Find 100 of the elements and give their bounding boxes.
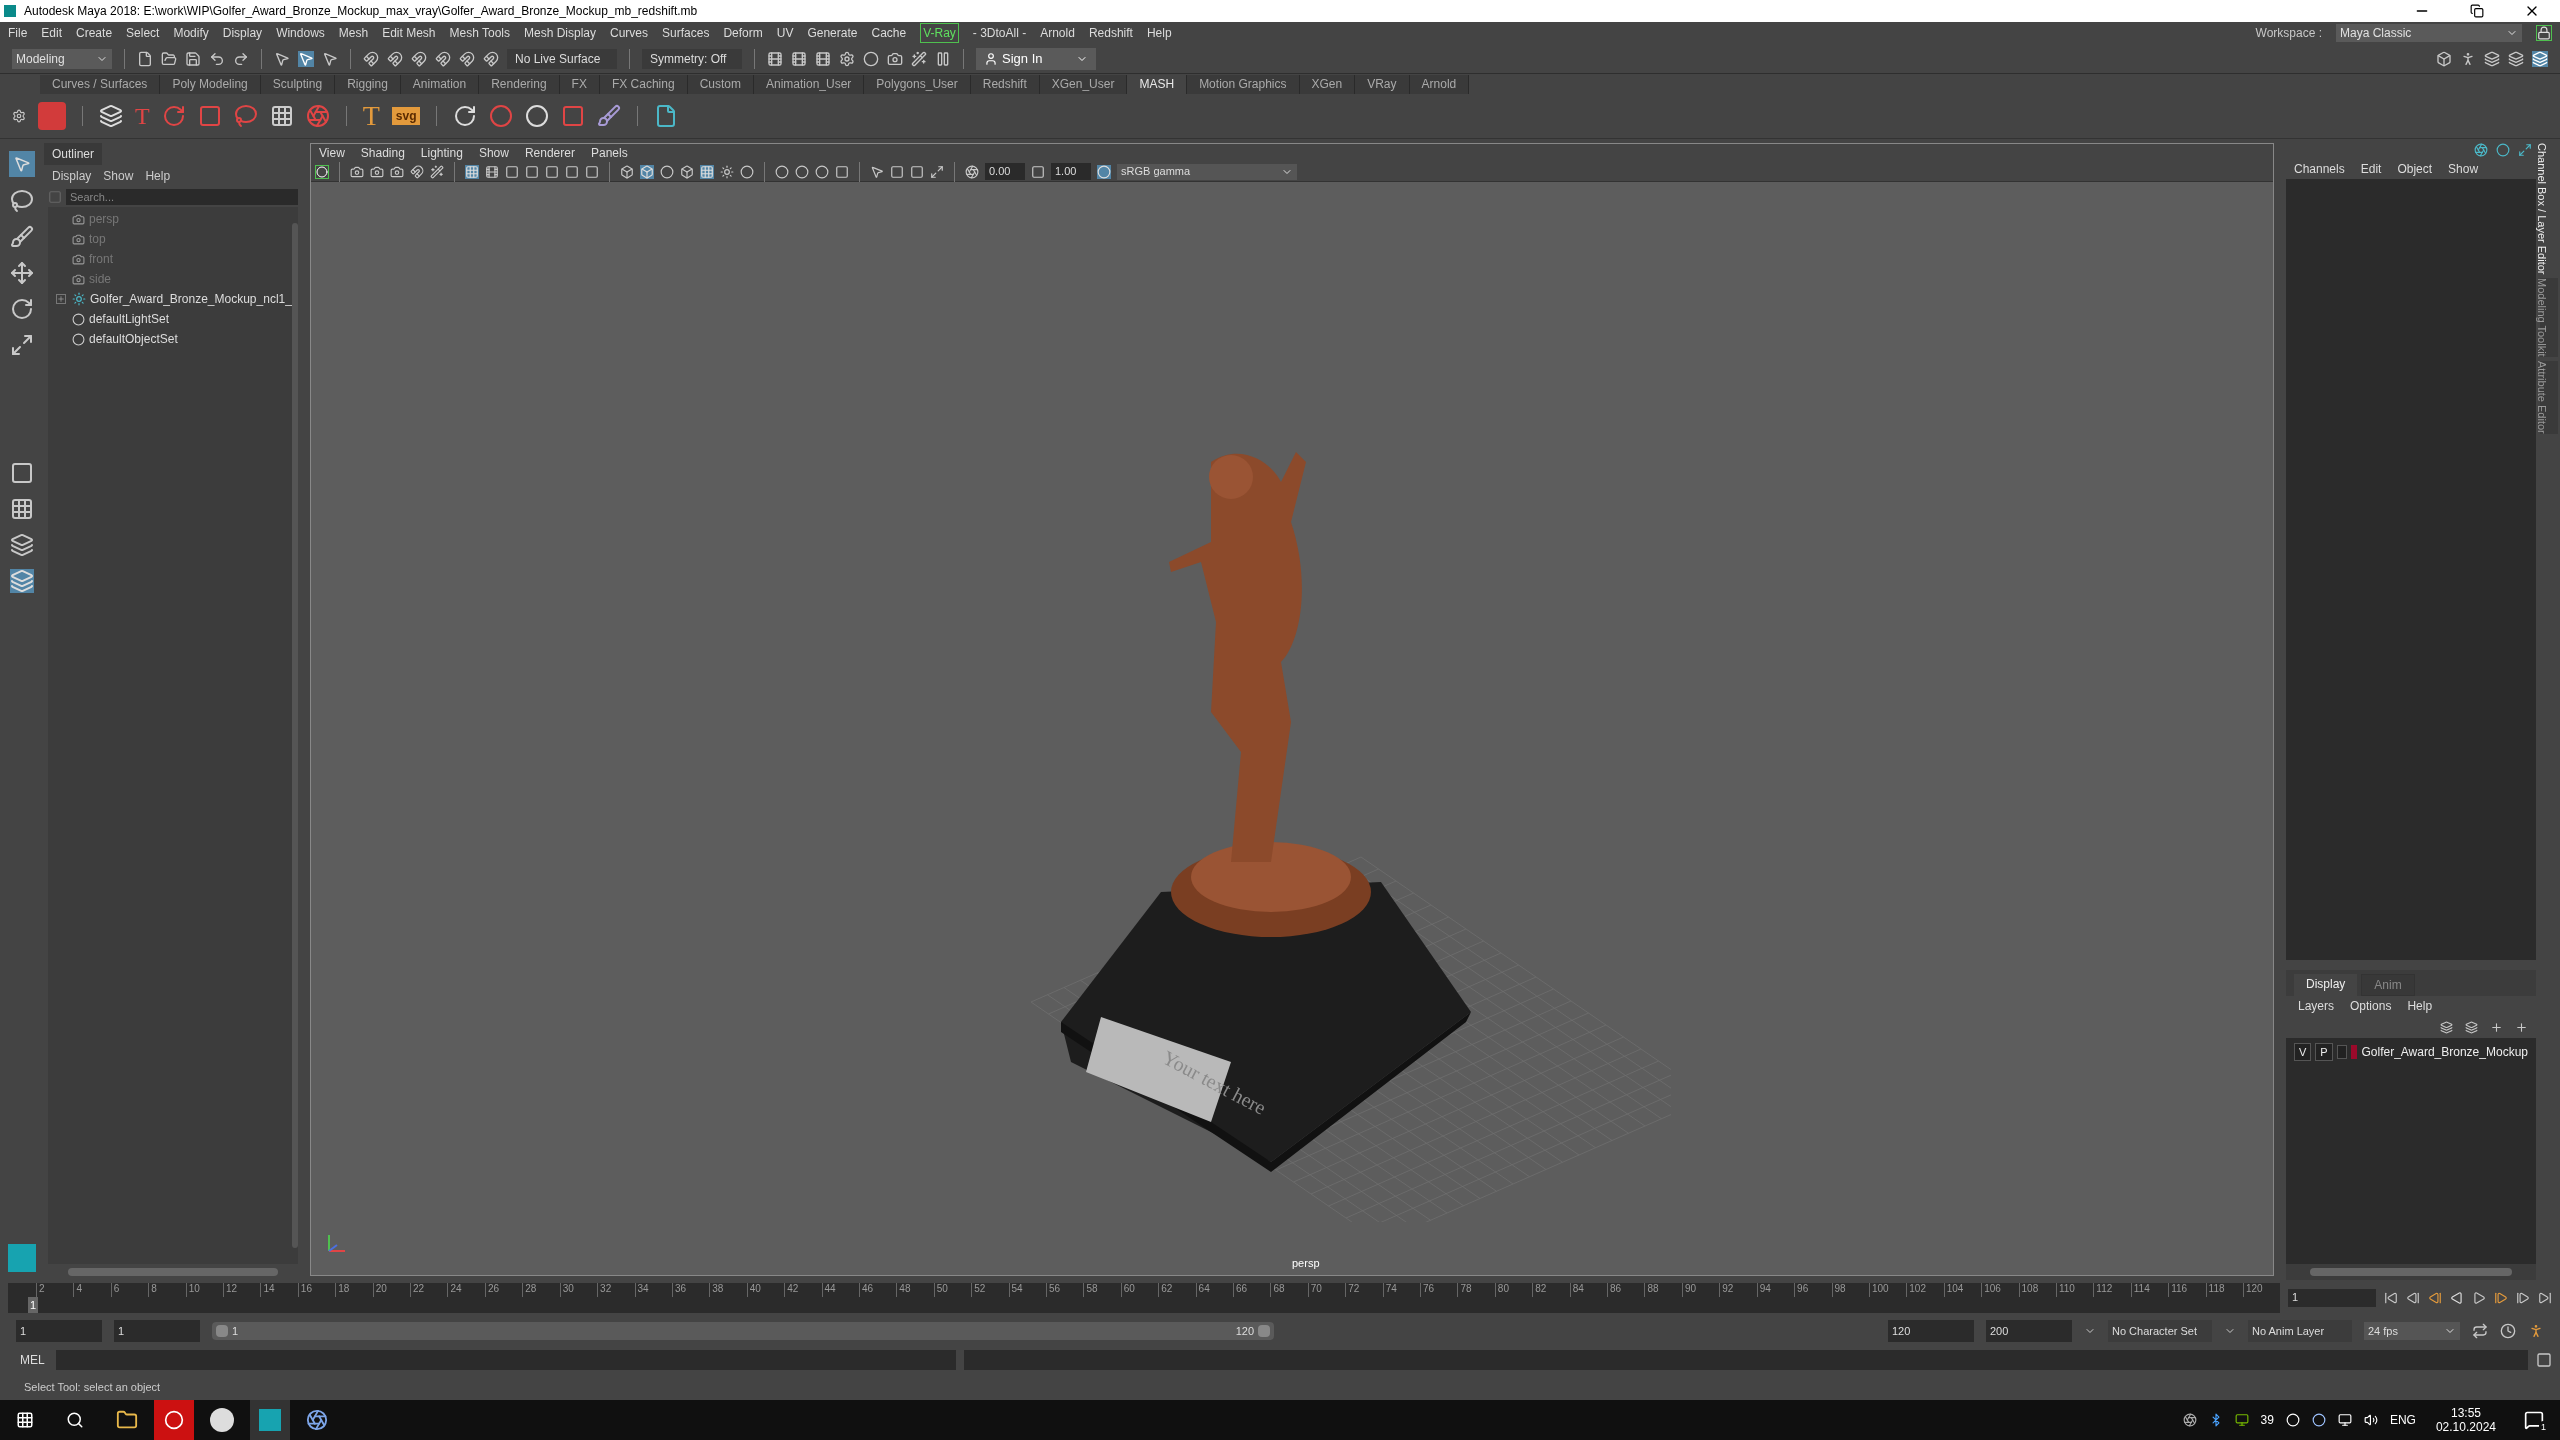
visibility-toggle[interactable]: V (2294, 1042, 2312, 1062)
start-time-field[interactable]: 1 (16, 1320, 102, 1342)
command-language-label[interactable]: MEL (8, 1351, 48, 1369)
menu-item[interactable]: View (319, 144, 345, 162)
undo-icon[interactable] (209, 50, 225, 67)
menu-item[interactable]: V-Ray (920, 23, 959, 43)
shelf-tab[interactable]: Rendering (479, 75, 560, 94)
camera-icon[interactable] (72, 272, 85, 286)
menu-item[interactable]: Help (1146, 24, 1172, 42)
playback-toggle[interactable]: P (2315, 1042, 2333, 1062)
shelf-tab[interactable]: VRay (1355, 75, 1410, 94)
wireframe-icon[interactable] (620, 164, 634, 179)
scale-tool-icon[interactable] (10, 333, 34, 357)
set-icon[interactable] (72, 312, 85, 326)
redo-icon[interactable] (233, 50, 249, 67)
menu-item[interactable]: Edit (41, 24, 63, 42)
range-slider[interactable]: 1 120 (212, 1322, 1274, 1340)
menu-item[interactable]: Edit Mesh (382, 24, 436, 42)
step-back-key-icon[interactable] (2406, 1291, 2420, 1305)
range-handle[interactable] (216, 1325, 228, 1337)
start-icon[interactable] (16, 1411, 34, 1429)
display-type-toggle[interactable] (2336, 1045, 2347, 1059)
select-component-icon[interactable] (322, 50, 338, 67)
expand-icon[interactable] (2518, 143, 2532, 157)
folder-icon[interactable] (116, 1409, 138, 1431)
menu-item[interactable]: Redshift (1088, 24, 1133, 42)
shelf-tab[interactable]: Animation_User (753, 75, 865, 94)
menu-item[interactable]: Channels (2294, 160, 2345, 178)
go-to-start-icon[interactable] (2384, 1291, 2398, 1305)
menu-item[interactable]: Curves (610, 24, 649, 42)
camera-icon[interactable] (72, 232, 85, 246)
shelf-tab[interactable]: Arnold (1409, 75, 1470, 94)
grid-icon[interactable] (269, 104, 294, 128)
step-back-frame-icon[interactable] (2428, 1291, 2442, 1305)
render-frame-icon[interactable] (767, 50, 783, 67)
live-surface-field[interactable]: No Live Surface (507, 48, 617, 69)
text-tool[interactable]: T (362, 95, 380, 137)
loop-icon[interactable] (2472, 1323, 2488, 1339)
command-input[interactable] (56, 1350, 956, 1370)
shelf-tab[interactable]: XGen_User (1039, 75, 1128, 94)
shelf-tab[interactable]: FX (559, 75, 600, 94)
menu-item[interactable]: Help (145, 167, 171, 185)
current-frame-marker[interactable]: 1 (28, 1296, 39, 1313)
paint-select-icon[interactable] (10, 225, 34, 249)
mode-dropdown[interactable]: Modeling (12, 48, 112, 69)
grid-icon[interactable] (465, 164, 479, 179)
rotate-tool-icon[interactable] (10, 297, 34, 321)
shelf-tab[interactable]: Sculpting (260, 75, 336, 94)
menu-item[interactable]: Panels (590, 144, 628, 162)
menu-item[interactable]: Create (76, 24, 113, 42)
menu-item[interactable]: Show (478, 144, 509, 162)
lock-icon[interactable] (2536, 25, 2552, 41)
exposure-field[interactable]: 0.00 (985, 163, 1025, 180)
menu-item[interactable]: Mesh Display (524, 24, 597, 42)
svg-tool[interactable]: svg (391, 107, 421, 125)
new-layer-icon[interactable] (2490, 1020, 2503, 1034)
select-tool-icon[interactable] (9, 151, 35, 177)
menu-item[interactable]: Help (2407, 997, 2433, 1015)
sign-in-button[interactable]: Sign In (976, 47, 1096, 70)
outliner-item[interactable]: Golfer_Award_Bronze_Mockup_ncl1_ (48, 289, 292, 309)
render-sequence-icon[interactable] (791, 50, 807, 67)
menu-item[interactable]: Generate (807, 24, 858, 42)
camera-icon[interactable] (72, 212, 85, 226)
side-tab[interactable]: Attribute Editor (2540, 361, 2558, 434)
shelf-tab[interactable]: Redshift (970, 75, 1040, 94)
language-indicator[interactable]: ENG (2389, 1411, 2416, 1429)
select-hierarchy-icon[interactable] (274, 50, 290, 67)
menu-item[interactable]: Display (52, 167, 92, 185)
search-field[interactable]: Search... (66, 189, 298, 205)
clock-time[interactable]: 13:55 (2450, 1406, 2481, 1420)
menu-item[interactable]: Edit (2360, 160, 2382, 178)
render-settings-icon[interactable] (839, 50, 855, 67)
menu-item[interactable]: Object (2397, 160, 2433, 178)
horizontal-scrollbar[interactable] (2310, 1268, 2512, 1276)
play-icon[interactable] (2472, 1291, 2486, 1305)
menu-item[interactable]: Windows (276, 24, 325, 42)
move-tool-icon[interactable] (10, 261, 34, 285)
shelf-tab[interactable]: Poly Modeling (160, 75, 261, 94)
menu-item[interactable]: Shading (360, 144, 405, 162)
frame-icon[interactable] (930, 164, 944, 179)
camera-icon[interactable] (72, 252, 85, 266)
paint-icon[interactable] (597, 104, 622, 128)
symmetry-field[interactable]: Symmetry: Off (642, 48, 742, 69)
shelf-tab[interactable]: Rigging (335, 75, 401, 94)
menu-item[interactable]: Surfaces (662, 24, 710, 42)
playback-start-field[interactable]: 1 (114, 1320, 200, 1342)
expand-icon[interactable] (56, 294, 66, 304)
notifications-icon[interactable] (2524, 1410, 2544, 1430)
search-icon[interactable] (66, 1411, 84, 1429)
lasso-tool-icon[interactable] (10, 189, 34, 213)
menu-item[interactable]: Show (2448, 160, 2479, 178)
outliner-item[interactable]: defaultObjectSet (48, 329, 292, 349)
shelf-tab[interactable]: Custom (687, 75, 754, 94)
shelf-tab[interactable]: Motion Graphics (1187, 75, 1300, 94)
transform-icon[interactable] (72, 292, 86, 306)
menu-item[interactable]: - 3DtoAll - (972, 24, 1027, 42)
single-view-icon[interactable] (10, 461, 34, 485)
play-backwards-icon[interactable] (2450, 1291, 2464, 1305)
menu-item[interactable]: UV (776, 24, 794, 42)
pause-icon[interactable] (935, 50, 951, 67)
